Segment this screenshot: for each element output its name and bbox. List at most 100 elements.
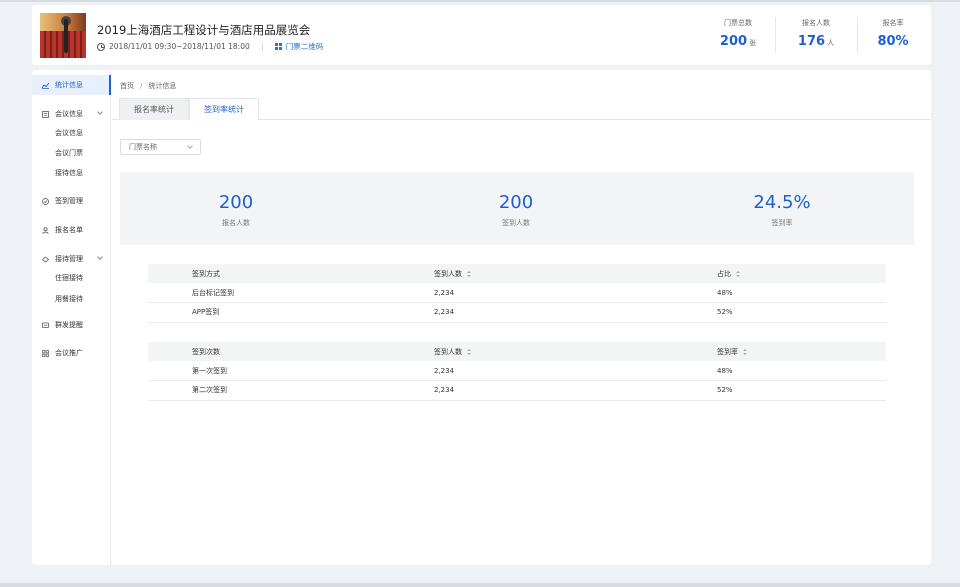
table-cell: 2,234: [434, 361, 717, 381]
sort-icon[interactable]: [467, 348, 471, 355]
event-meta: 2018/11/01 09:30~2018/11/01 18:00 门票二维码: [97, 41, 323, 52]
event-title: 2019上海酒店工程设计与酒店用品展览会: [97, 23, 311, 37]
event-thumbnail: [40, 13, 86, 58]
stat-label: 报名率: [882, 19, 904, 27]
stat-unit: 人: [827, 39, 835, 47]
sort-icon[interactable]: [467, 270, 471, 277]
sidebar: 统计信息 会议信息 会议信息 会议门票 接待信息 签到管理 报名名单 接待管理 …: [32, 70, 111, 565]
table-row: 第一次签到 2,234 48%: [148, 361, 886, 381]
kpi-label: 签到率: [771, 219, 793, 227]
table-header-row: 签到次数 签到人数 签到率: [148, 342, 886, 361]
user-icon: [42, 226, 49, 234]
sidebar-item-promotion[interactable]: 会议推广: [32, 343, 111, 363]
divider: [261, 42, 263, 51]
tab-checkin-rate[interactable]: 签到率统计: [189, 98, 259, 121]
stat-value: 200: [719, 34, 748, 49]
stat-unit: 张: [749, 39, 757, 47]
checkin-times-table: 签到次数 签到人数 签到率 第一次签到 2,234 48% 第二次签到 2,23…: [148, 342, 886, 401]
sidebar-item-meeting-tickets[interactable]: 会议门票: [32, 143, 111, 163]
sort-icon[interactable]: [743, 348, 747, 355]
chevron-down-icon: [97, 254, 103, 260]
kpi-value: 200: [498, 192, 534, 213]
sidebar-item-meeting-info[interactable]: 会议信息: [32, 123, 111, 143]
sidebar-item-label: 会议推广: [55, 349, 83, 357]
kpi-label: 签到人数: [502, 219, 530, 227]
sidebar-item-registration-list[interactable]: 报名名单: [32, 220, 111, 240]
table-row: APP签到 2,234 52%: [148, 302, 886, 323]
document-icon: [42, 110, 49, 118]
column-header[interactable]: 签到人数: [434, 342, 717, 361]
table-cell: 后台标记签到: [148, 283, 434, 303]
sidebar-item-label: 用餐接待: [55, 295, 83, 303]
column-header[interactable]: 占比: [717, 264, 886, 283]
breadcrumb: 首页 / 统计信息: [120, 81, 176, 91]
ticket-qr-link[interactable]: 门票二维码: [274, 41, 324, 52]
clock-icon: [97, 42, 105, 51]
column-header: 签到次数: [148, 342, 434, 361]
event-time: 2018/11/01 09:30~2018/11/01 18:00: [109, 42, 250, 51]
column-header: 签到方式: [148, 264, 434, 283]
ticket-name-select[interactable]: 门票名称: [120, 139, 201, 155]
breadcrumb-home[interactable]: 首页: [120, 82, 134, 90]
table-cell: 52%: [717, 380, 886, 401]
table-cell: 2,234: [434, 283, 717, 303]
table-cell: APP签到: [148, 302, 434, 323]
grid-icon: [42, 349, 49, 357]
stat-value: 80%: [877, 34, 909, 49]
sidebar-item-reception-info[interactable]: 接待信息: [32, 163, 111, 183]
sidebar-item-label: 群发提醒: [55, 321, 83, 329]
sidebar-item-checkin[interactable]: 签到管理: [32, 191, 111, 211]
stat-label: 报名人数: [802, 19, 830, 27]
stat-label: 门票总数: [724, 19, 752, 27]
sidebar-item-mass-reminder[interactable]: 群发提醒: [32, 315, 111, 335]
bottom-border: [0, 583, 960, 587]
table-row: 第二次签到 2,234 52%: [148, 380, 886, 401]
table-cell: 48%: [717, 361, 886, 381]
kpi-label: 报名人数: [222, 219, 250, 227]
kpi-checkins: 200 签到人数: [416, 192, 616, 228]
divider: [775, 17, 776, 53]
kpi-value: 200: [218, 192, 254, 213]
sidebar-item-label: 签到管理: [55, 197, 83, 205]
kpi-panel: 200 报名人数 200 签到人数 24.5% 签到率: [120, 172, 914, 245]
sidebar-item-label: 报名名单: [55, 226, 83, 234]
tab-bar: 报名率统计 签到率统计: [112, 98, 931, 121]
column-header[interactable]: 签到率: [717, 342, 886, 361]
table-cell: 第二次签到: [148, 380, 434, 401]
sidebar-item-label: 会议门票: [55, 149, 83, 157]
message-icon: [42, 322, 49, 329]
table-cell: 第一次签到: [148, 361, 434, 381]
sidebar-item-statistics[interactable]: 统计信息: [32, 75, 111, 95]
breadcrumb-separator: /: [140, 82, 143, 90]
sidebar-item-label: 住宿接待: [55, 274, 83, 282]
checkin-icon: [42, 197, 49, 205]
sidebar-item-label: 统计信息: [55, 81, 83, 89]
tab-registration-rate[interactable]: 报名率统计: [119, 98, 189, 120]
sidebar-item-label: 接待管理: [55, 255, 83, 263]
kpi-checkin-rate: 24.5% 签到率: [682, 192, 882, 228]
sort-icon[interactable]: [736, 270, 740, 277]
divider: [857, 17, 858, 53]
checkin-method-table: 签到方式 签到人数 占比 后台标记签到 2,234 48% APP签到 2,23…: [148, 264, 886, 323]
top-border: [0, 0, 960, 2]
chevron-down-icon: [187, 143, 193, 149]
kpi-value: 24.5%: [753, 192, 811, 213]
stat-registration-rate: 报名率 80%: [868, 18, 918, 49]
sidebar-item-label: 会议信息: [55, 129, 83, 137]
column-header[interactable]: 签到人数: [434, 264, 717, 283]
sidebar-item-reception-management[interactable]: 接待管理: [32, 249, 111, 269]
chevron-down-icon: [97, 109, 103, 115]
sidebar-item-dining[interactable]: 用餐接待: [32, 289, 111, 309]
table-cell: 2,234: [434, 302, 717, 323]
table-cell: 2,234: [434, 380, 717, 401]
main-panel: 统计信息 会议信息 会议信息 会议门票 接待信息 签到管理 报名名单 接待管理 …: [32, 70, 931, 565]
kpi-registrations: 200 报名人数: [136, 192, 336, 228]
sidebar-item-label: 会议信息: [55, 110, 83, 118]
sidebar-item-accommodation[interactable]: 住宿接待: [32, 268, 111, 288]
ticket-qr-label: 门票二维码: [285, 42, 324, 51]
reception-icon: [41, 255, 50, 263]
sidebar-item-meeting-info-group[interactable]: 会议信息: [32, 104, 111, 124]
sidebar-item-label: 接待信息: [55, 169, 83, 177]
chart-icon: [41, 82, 50, 89]
stat-value: 176: [797, 34, 826, 49]
